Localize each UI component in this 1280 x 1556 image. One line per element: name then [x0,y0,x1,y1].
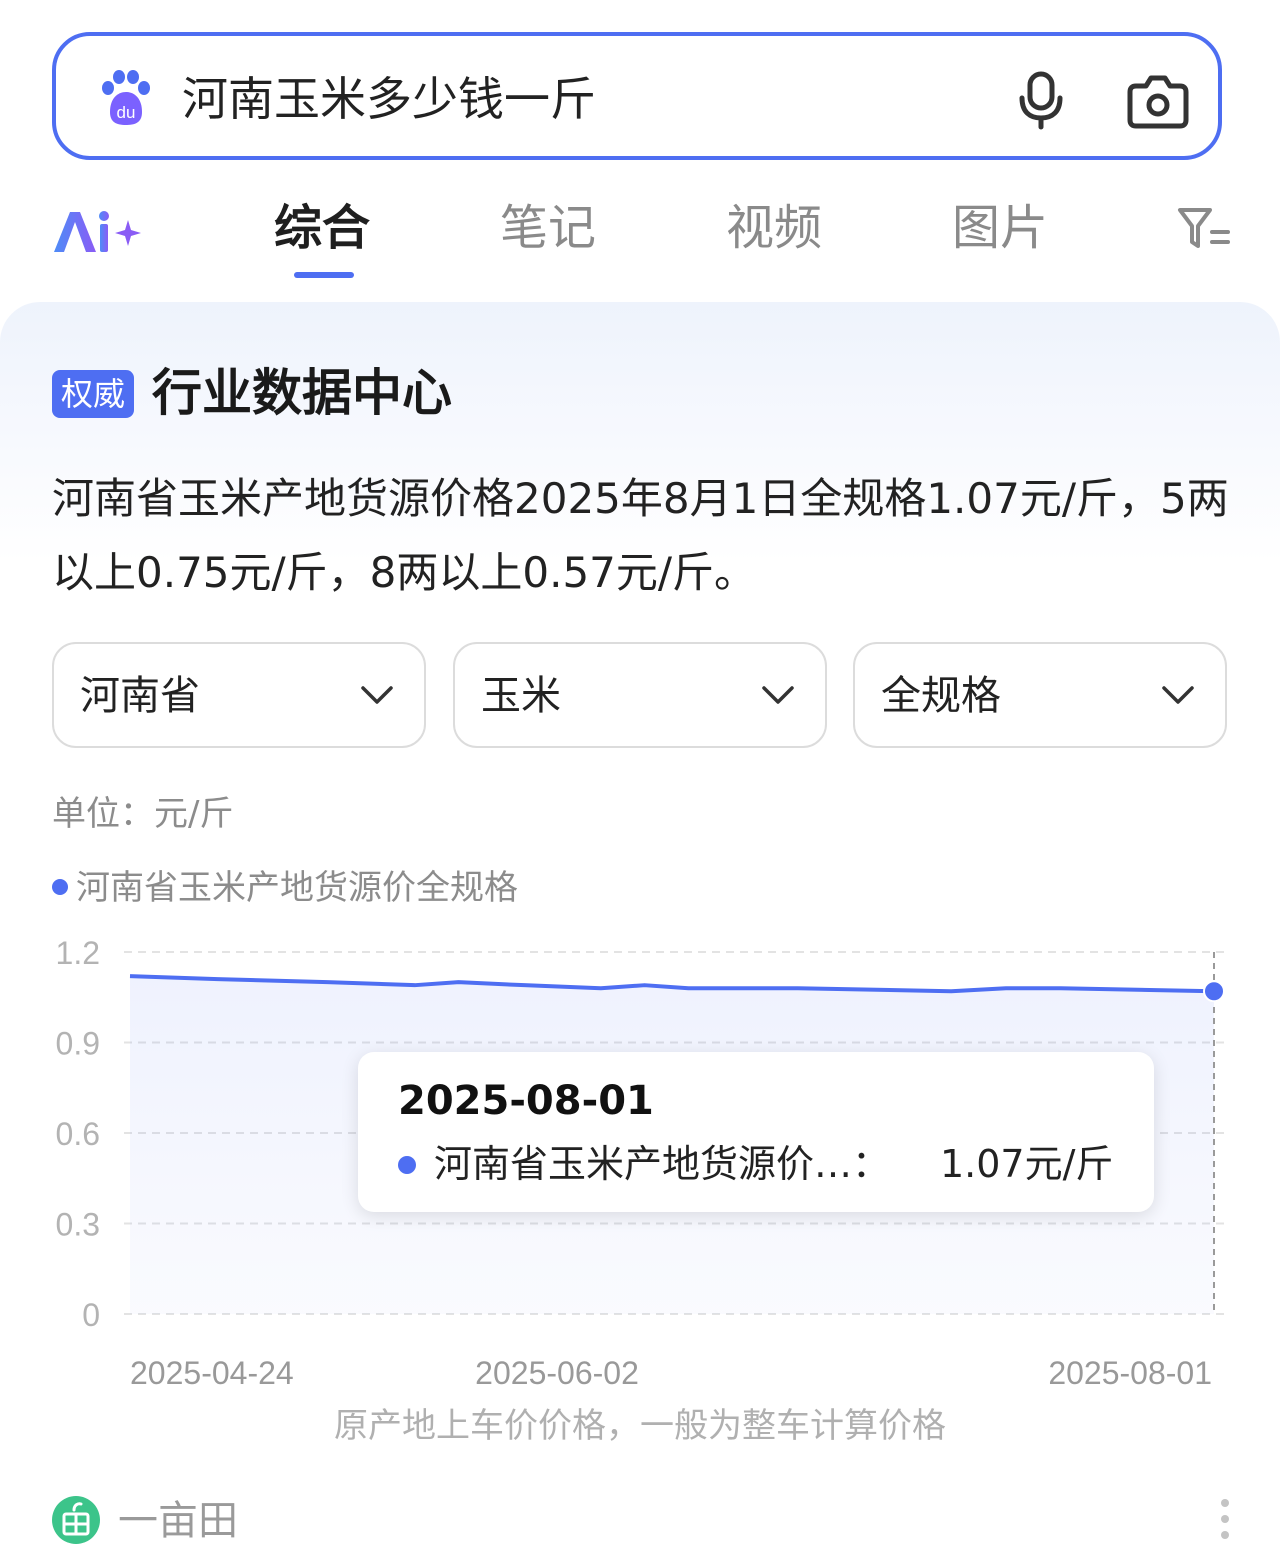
tooltip-series-marker [398,1156,416,1174]
x-tick-label: 2025-04-24 [130,1355,294,1391]
svg-text:du: du [117,103,136,122]
tooltip-date: 2025-08-01 [398,1078,654,1124]
active-tab-indicator [294,272,354,278]
spec-dropdown-label: 全规格 [881,673,1001,719]
price-summary: 河南省玉米产地货源价格2025年8月1日全规格1.07元/斤，5两以上0.75元… [52,474,1229,597]
product-dropdown-label: 玉米 [481,673,561,719]
tab-notes[interactable]: 笔记 [500,198,596,258]
microphone-icon[interactable] [1014,70,1070,130]
more-options-icon[interactable] [1218,1496,1232,1542]
search-input[interactable]: 河南玉米多少钱一斤 [182,70,596,128]
chevron-down-icon [762,686,794,704]
tooltip-series-name: 河南省玉米产地货源价…： [434,1142,891,1186]
legend-label: 河南省玉米产地货源价全规格 [76,868,518,908]
chevron-down-icon [1162,686,1194,704]
y-tick-label: 0.3 [56,1207,100,1243]
source-name[interactable]: 一亩田 [118,1496,238,1546]
x-tick-label: 2025-06-02 [475,1355,639,1391]
card-title: 行业数据中心 [152,364,452,422]
chart-legend: 河南省玉米产地货源价全规格 [52,866,518,910]
tab-videos[interactable]: 视频 [726,198,822,258]
yimutian-logo-icon[interactable] [52,1496,100,1544]
highlight-point[interactable] [1203,980,1225,1003]
tab-images[interactable]: 图片 [952,198,1048,258]
y-tick-label: 0 [82,1297,100,1333]
province-dropdown-label: 河南省 [80,673,200,719]
unit-label: 单位：元/斤 [52,794,234,834]
tab-comprehensive[interactable]: 综合 [274,198,370,258]
baidu-paw-icon: du [102,70,150,125]
y-tick-label: 0.9 [56,1026,100,1062]
tooltip-value: 1.07元/斤 [940,1142,1114,1186]
ai-assistant-icon[interactable] [52,206,144,256]
camera-icon[interactable] [1126,72,1190,130]
x-tick-label: 2025-08-01 [1048,1355,1212,1391]
chevron-down-icon [361,686,393,704]
province-dropdown[interactable]: 河南省 [52,642,426,748]
y-tick-label: 0.6 [56,1116,100,1152]
authority-badge: 权威 [52,370,134,418]
chart-tooltip: 2025-08-01 河南省玉米产地货源价…： 1.07元/斤 [358,1052,1154,1212]
search-box[interactable]: du 河南玉米多少钱一斤 [52,32,1222,160]
product-dropdown[interactable]: 玉米 [453,642,827,748]
legend-marker [52,878,68,895]
chart-footnote: 原产地上车价价格，一般为整车计算价格 [334,1406,946,1446]
y-tick-label: 1.2 [56,935,100,971]
spec-dropdown[interactable]: 全规格 [853,642,1227,748]
filter-icon[interactable] [1176,204,1230,252]
